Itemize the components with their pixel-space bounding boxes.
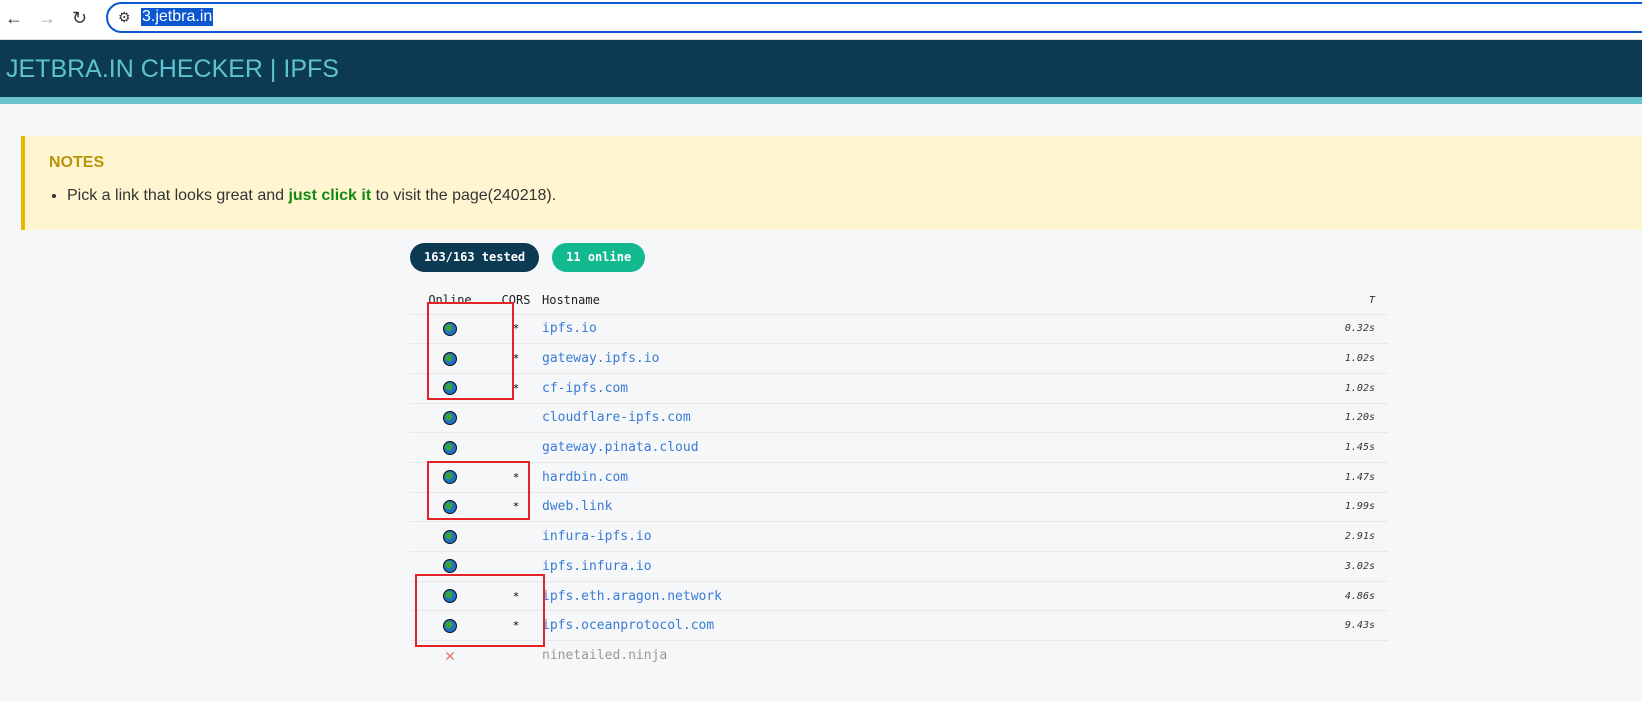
cors-cell <box>490 402 542 433</box>
table-row: infura-ipfs.io 2.91s <box>410 521 1388 552</box>
hostname-cell: gateway.ipfs.io <box>542 343 1225 374</box>
reload-icon[interactable]: ↻ <box>72 8 87 29</box>
hostname-link[interactable]: cf-ipfs.com <box>542 381 628 396</box>
highlight-box <box>415 574 545 647</box>
hostname-link[interactable]: hardbin.com <box>542 470 628 485</box>
online-cell <box>410 521 490 552</box>
time-cell: 1.47s <box>1224 461 1388 493</box>
hostname-cell: hardbin.com <box>542 461 1225 493</box>
online-badge: 11 online <box>552 243 646 272</box>
hosts-table: Online CORS Hostname T * ipfs.io 0.32s *… <box>410 287 1388 671</box>
url-text[interactable]: 3.jetbra.in <box>141 8 214 26</box>
notes-text: Pick a link that looks great and <box>67 187 289 204</box>
table-row: * gateway.ipfs.io 1.02s <box>410 343 1388 374</box>
globe-icon <box>443 410 457 425</box>
hostname-cell: ipfs.infura.io <box>542 551 1225 582</box>
table-row: * ipfs.io 0.32s <box>410 313 1388 344</box>
highlight-box <box>427 302 514 400</box>
site-settings-icon[interactable]: ⚙ <box>118 9 131 26</box>
highlight-box <box>427 461 530 520</box>
table-row: * ipfs.oceanprotocol.com 9.43s <box>410 610 1388 641</box>
globe-icon <box>443 440 457 455</box>
header-stripe <box>0 97 1642 104</box>
back-icon[interactable]: ← <box>5 8 23 29</box>
hostname-link[interactable]: ipfs.io <box>542 321 597 336</box>
hostname-link[interactable]: ipfs.oceanprotocol.com <box>542 618 714 633</box>
time-cell: 3.02s <box>1224 551 1388 582</box>
cors-cell <box>490 521 542 552</box>
tested-badge: 163/163 tested <box>410 243 540 272</box>
hostname-link[interactable]: gateway.ipfs.io <box>542 351 659 366</box>
table-row: * ipfs.eth.aragon.network 4.86s <box>410 580 1388 611</box>
browser-toolbar: ← → ↻ ⚙ 3.jetbra.in <box>0 0 1642 40</box>
table-row: * dweb.link 1.99s <box>410 491 1388 522</box>
globe-icon <box>443 559 457 574</box>
hostname-link[interactable]: infura-ipfs.io <box>542 529 652 544</box>
hostname-cell: ipfs.oceanprotocol.com <box>542 610 1225 641</box>
hostname-cell: ipfs.io <box>542 313 1225 344</box>
cors-cell <box>490 432 542 463</box>
time-cell: 1.99s <box>1224 491 1388 522</box>
hostname-link[interactable]: ipfs.infura.io <box>542 559 652 574</box>
hostname-cell: infura-ipfs.io <box>542 521 1225 552</box>
col-time: T <box>1368 294 1375 306</box>
col-hostname: Hostname <box>542 293 600 308</box>
time-cell: 1.45s <box>1224 432 1388 463</box>
notes-text-end: to visit the page(240218). <box>371 187 557 204</box>
time-cell: 1.02s <box>1224 343 1388 374</box>
notes-emphasis: just click it <box>288 187 372 204</box>
time-cell: 9.43s <box>1224 610 1388 641</box>
hostname-link[interactable]: ninetailed.ninja <box>542 648 667 663</box>
time-cell: 2.91s <box>1224 521 1388 552</box>
hostname-cell: cloudflare-ipfs.com <box>542 402 1225 433</box>
notes-box: NOTES Pick a link that looks great and j… <box>21 136 1642 230</box>
time-cell: 1.02s <box>1224 372 1388 404</box>
hostname-link[interactable]: gateway.pinata.cloud <box>542 440 699 455</box>
time-cell <box>1224 640 1388 671</box>
table-row: * cf-ipfs.com 1.02s <box>410 372 1388 404</box>
hostname-cell: cf-ipfs.com <box>542 372 1225 404</box>
table-row: gateway.pinata.cloud 1.45s <box>410 432 1388 463</box>
globe-icon <box>443 529 457 544</box>
offline-x-icon: ✕ <box>444 645 456 666</box>
hostname-cell: gateway.pinata.cloud <box>542 432 1225 463</box>
table-row: * hardbin.com 1.47s <box>410 461 1388 493</box>
time-cell: 1.20s <box>1224 402 1388 433</box>
online-cell <box>410 432 490 463</box>
notes-title: NOTES <box>49 154 105 171</box>
time-cell: 4.86s <box>1224 580 1388 611</box>
page-header: JETBRA.IN CHECKER | IPFS <box>0 40 1642 97</box>
notes-item: Pick a link that looks great and just cl… <box>67 187 1618 205</box>
table-row: ipfs.infura.io 3.02s <box>410 551 1388 582</box>
hostname-link[interactable]: cloudflare-ipfs.com <box>542 410 691 425</box>
time-cell: 0.32s <box>1224 313 1388 344</box>
hostname-cell: ninetailed.ninja <box>542 640 1225 671</box>
address-bar[interactable]: ⚙ 3.jetbra.in <box>106 2 1642 33</box>
online-cell <box>410 402 490 433</box>
table-row: cloudflare-ipfs.com 1.20s <box>410 402 1388 433</box>
forward-icon[interactable]: → <box>38 8 56 29</box>
hostname-link[interactable]: dweb.link <box>542 499 612 514</box>
hostname-link[interactable]: ipfs.eth.aragon.network <box>542 589 722 604</box>
hostname-cell: ipfs.eth.aragon.network <box>542 580 1225 611</box>
hostname-cell: dweb.link <box>542 491 1225 522</box>
table-row: ✕ ninetailed.ninja <box>410 640 1388 671</box>
